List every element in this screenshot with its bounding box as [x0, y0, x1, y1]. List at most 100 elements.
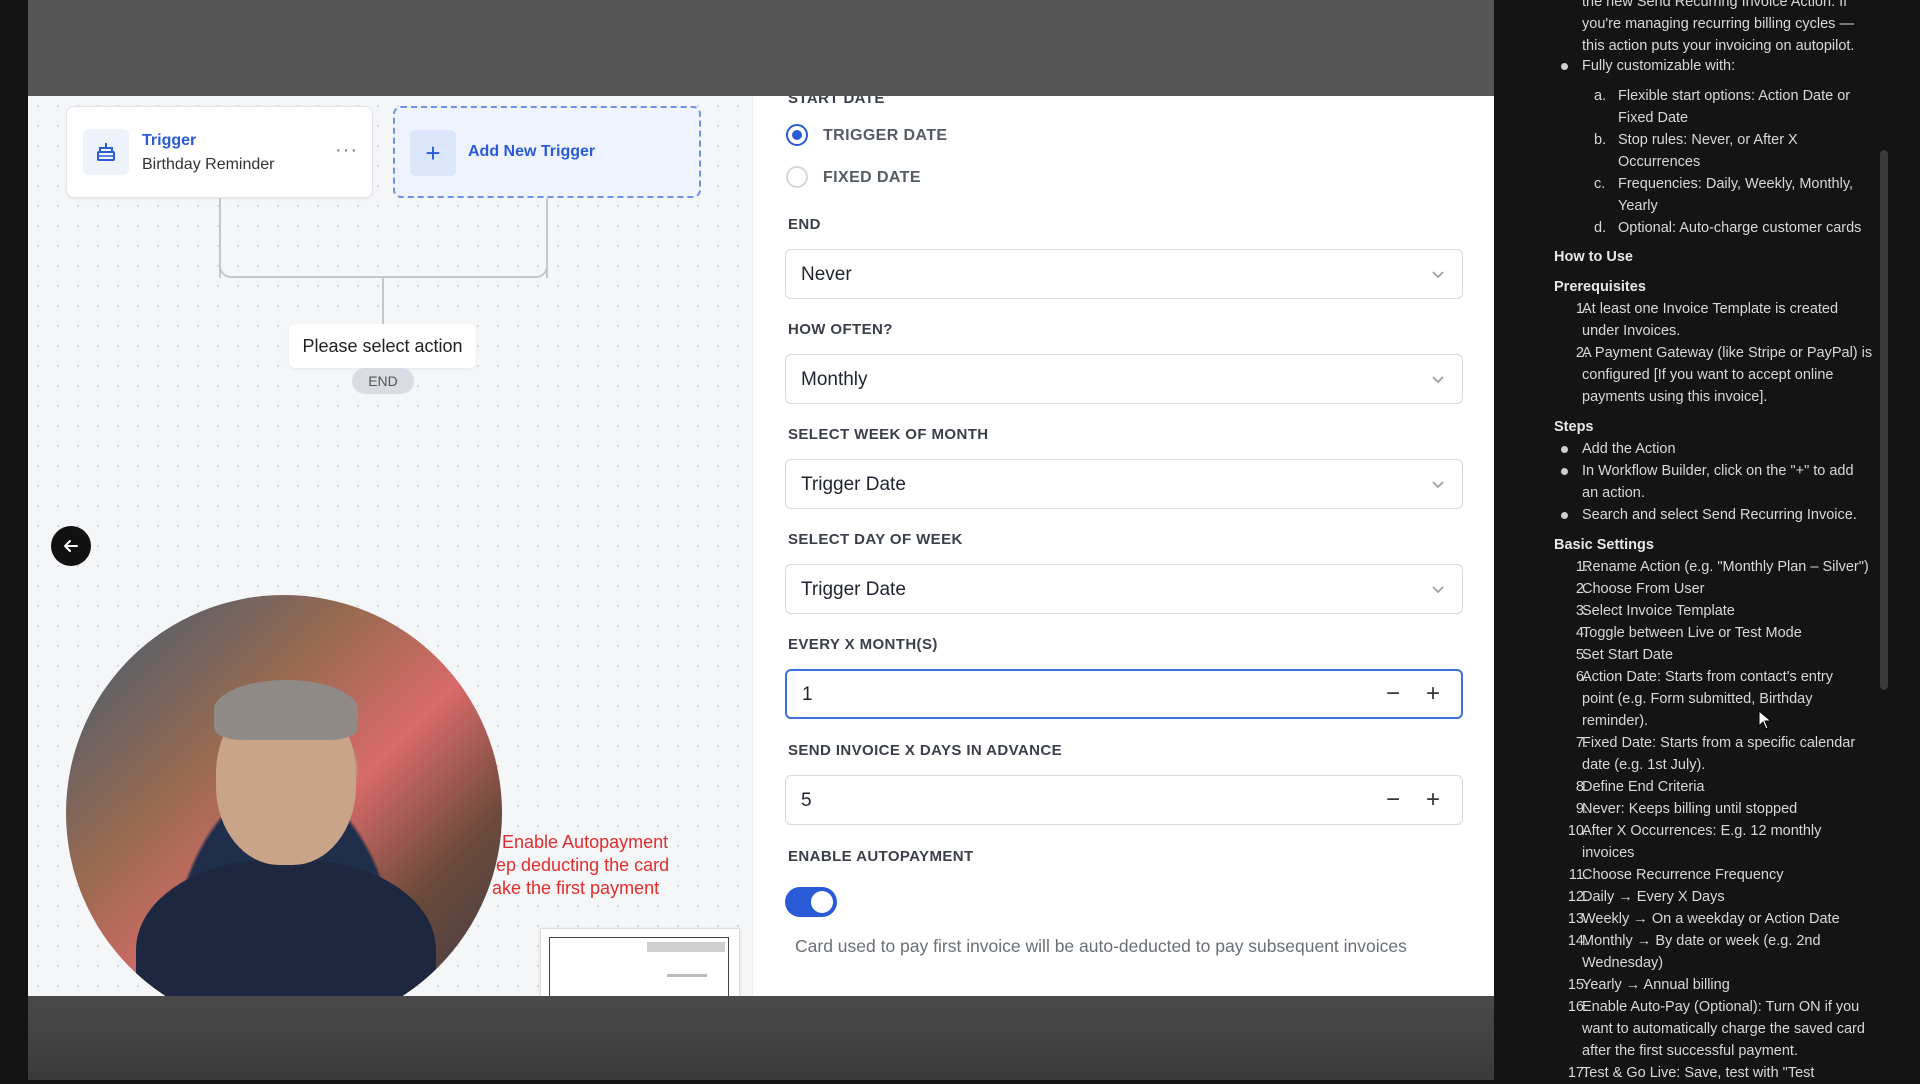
list-item: Fixed Date: Starts from a specific calen…	[1582, 735, 1856, 751]
list-item: Set Start Date	[1582, 647, 1674, 663]
autopayment-toggle[interactable]	[785, 887, 837, 917]
bullet-icon	[1561, 63, 1568, 70]
doc-text: Fully customizable with:	[1582, 58, 1736, 74]
presenter-hair	[214, 680, 358, 740]
arrow-left-icon	[64, 540, 78, 552]
list-item: A Payment Gateway (like Stripe or PayPal…	[1582, 345, 1873, 361]
list-item: reminder).	[1582, 713, 1649, 729]
more-options-icon[interactable]: ···	[335, 139, 358, 162]
video-top-band	[28, 0, 1494, 96]
chevron-down-icon	[1432, 271, 1444, 279]
heading-basic-settings: Basic Settings	[1554, 537, 1654, 553]
plus-icon: +	[410, 130, 456, 176]
presenter-webcam	[66, 595, 502, 1031]
chevron-down-icon	[1432, 481, 1444, 489]
add-new-trigger-label: Add New Trigger	[468, 143, 596, 160]
annotation-text: Enable Autopayment ep deducting the card…	[478, 831, 718, 900]
invoice-preview-thumbnail	[540, 928, 740, 996]
radio-trigger-date-label[interactable]: TRIGGER DATE	[823, 127, 948, 145]
doc-text: the new Send Recurring Invoice Action. I…	[1582, 0, 1848, 10]
list-item: Select Invoice Template	[1582, 603, 1735, 619]
bullet-icon	[1561, 468, 1568, 475]
list-item: After X Occurrences: E.g. 12 monthly	[1582, 823, 1822, 839]
list-item: after the first successful payment.	[1582, 1043, 1798, 1059]
radio-fixed-date-label[interactable]: FIXED DATE	[823, 169, 921, 187]
select-action-node[interactable]: Please select action	[289, 324, 476, 368]
increment-button[interactable]: +	[1419, 786, 1447, 814]
how-often-select[interactable]: Monthly	[785, 354, 1463, 404]
list-item: an action.	[1582, 485, 1645, 501]
increment-button[interactable]: +	[1419, 680, 1447, 708]
add-new-trigger-button[interactable]: + Add New Trigger	[393, 106, 701, 198]
back-button[interactable]	[51, 526, 91, 566]
autopayment-hint: Card used to pay first invoice will be a…	[795, 936, 1407, 956]
connector-join	[219, 258, 548, 278]
list-item: payments using this invoice].	[1582, 389, 1768, 405]
list-mark: d.	[1594, 220, 1607, 236]
list-item: Daily → Every X Days	[1582, 889, 1725, 905]
list-item: Yearly	[1618, 198, 1658, 214]
doc-text: this action puts your invoicing on autop…	[1582, 38, 1855, 54]
days-in-advance-label: SEND INVOICE X DAYS IN ADVANCE	[788, 742, 1062, 759]
recurring-invoice-settings-panel: START DATE TRIGGER DATE FIXED DATE END N…	[752, 96, 1494, 996]
list-mark: b.	[1594, 132, 1607, 148]
every-x-months-value: 1	[802, 684, 813, 705]
trigger-subtitle: Birthday Reminder	[142, 156, 275, 173]
bullet-icon	[1561, 512, 1568, 519]
connector-down	[382, 278, 384, 324]
how-often-label: HOW OFTEN?	[788, 321, 893, 338]
list-item: Define End Criteria	[1582, 779, 1705, 795]
list-item: Enable Auto-Pay (Optional): Turn ON if y…	[1582, 999, 1860, 1015]
list-item: Optional: Auto-charge customer cards	[1618, 220, 1862, 236]
heading-how-to-use: How to Use	[1554, 249, 1633, 265]
list-item: Search and select Send Recurring Invoice…	[1582, 507, 1857, 523]
end-label: END	[788, 216, 821, 233]
doc-scrollbar[interactable]	[1880, 150, 1888, 690]
list-item: At least one Invoice Template is created	[1582, 301, 1839, 317]
radio-fixed-date[interactable]	[786, 166, 808, 188]
days-in-advance-input[interactable]: 5 − +	[785, 775, 1463, 825]
list-item: date (e.g. 1st July).	[1582, 757, 1706, 773]
heading-prerequisites: Prerequisites	[1554, 279, 1646, 295]
day-of-week-select[interactable]: Trigger Date	[785, 564, 1463, 614]
every-x-months-input[interactable]: 1 − +	[785, 669, 1463, 719]
list-item: Toggle between Live or Test Mode	[1582, 625, 1802, 641]
cake-icon	[83, 129, 129, 175]
list-item: Occurrences	[1618, 154, 1701, 170]
annotation-line: ep deducting the card	[496, 855, 670, 875]
how-often-select-value: Monthly	[801, 369, 868, 390]
week-of-month-label: SELECT WEEK OF MONTH	[788, 426, 989, 443]
days-in-advance-value: 5	[801, 790, 812, 811]
radio-trigger-date[interactable]	[786, 124, 808, 146]
end-select[interactable]: Never	[785, 249, 1463, 299]
list-item: want to automatically charge the saved c…	[1582, 1021, 1865, 1037]
list-item: Weekly → On a weekday or Action Date	[1582, 911, 1840, 927]
week-of-month-select[interactable]: Trigger Date	[785, 459, 1463, 509]
list-item: Never: Keeps billing until stopped	[1582, 801, 1798, 817]
annotation-line: Enable Autopayment	[502, 832, 669, 852]
end-select-value: Never	[801, 264, 852, 285]
list-item: Test & Go Live: Save, test with "Test	[1582, 1065, 1815, 1081]
every-x-months-label: EVERY X MONTH(S)	[788, 636, 938, 653]
video-bottom-band	[28, 996, 1494, 1080]
list-item: point (e.g. Form submitted, Birthday	[1582, 691, 1813, 707]
decrement-button[interactable]: −	[1379, 680, 1407, 708]
list-mark: c.	[1594, 176, 1606, 192]
list-item: under Invoices.	[1582, 323, 1681, 339]
list-item: Action Date: Starts from contact's entry	[1582, 669, 1833, 685]
bullet-icon	[1561, 446, 1568, 453]
screen: Trigger Birthday Reminder ··· + Add New …	[0, 0, 1920, 1081]
list-item: Choose Recurrence Frequency	[1582, 867, 1784, 883]
heading-steps: Steps	[1554, 419, 1594, 435]
annotation-line: ake the first payment	[492, 878, 660, 898]
documentation-panel[interactable]: the new Send Recurring Invoice Action. I…	[1494, 0, 1920, 1081]
decrement-button[interactable]: −	[1379, 786, 1407, 814]
chevron-down-icon	[1432, 376, 1444, 384]
list-item: Yearly → Annual billing	[1582, 977, 1730, 993]
list-item: Frequencies: Daily, Weekly, Monthly,	[1618, 176, 1854, 192]
list-item: Monthly → By date or week (e.g. 2nd	[1582, 933, 1821, 949]
trigger-card[interactable]: Trigger Birthday Reminder ···	[66, 106, 373, 198]
list-item: Flexible start options: Action Date or	[1618, 88, 1851, 104]
list-item: Stop rules: Never, or After X	[1618, 132, 1798, 148]
list-item: Fixed Date	[1618, 110, 1689, 126]
